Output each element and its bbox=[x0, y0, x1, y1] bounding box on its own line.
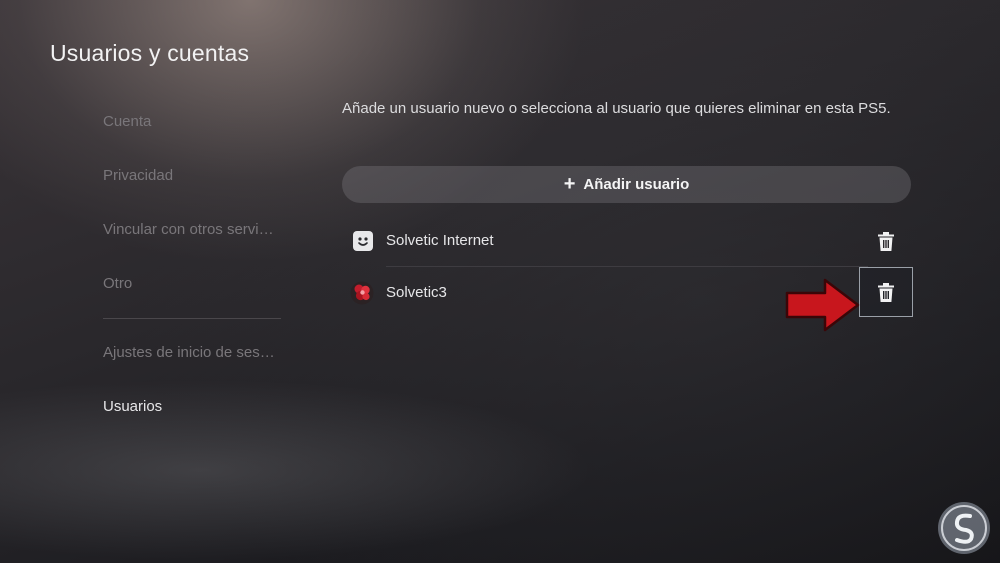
sidebar-item-ajustes-inicio[interactable]: Ajustes de inicio de ses… bbox=[103, 344, 283, 361]
sidebar-item-cuenta[interactable]: Cuenta bbox=[103, 113, 283, 130]
description-text: Añade un usuario nuevo o selecciona al u… bbox=[342, 100, 891, 117]
delete-user-button-focused[interactable] bbox=[859, 267, 913, 317]
sidebar-divider bbox=[103, 318, 281, 319]
add-user-label: Añadir usuario bbox=[583, 176, 690, 193]
sidebar-item-vincular[interactable]: Vincular con otros servi… bbox=[103, 221, 283, 238]
plus-icon: + bbox=[563, 172, 576, 195]
smiley-avatar-icon bbox=[353, 231, 373, 251]
user-row[interactable]: Solvetic Internet bbox=[342, 216, 912, 266]
sidebar-item-otro[interactable]: Otro bbox=[103, 275, 283, 292]
delete-user-button[interactable] bbox=[859, 216, 913, 266]
sidebar-item-usuarios[interactable]: Usuarios bbox=[103, 398, 283, 415]
user-name: Solvetic Internet bbox=[386, 232, 494, 249]
user-name: Solvetic3 bbox=[386, 284, 447, 301]
red-flower-avatar-icon bbox=[350, 281, 374, 305]
page-title: Usuarios y cuentas bbox=[50, 40, 250, 66]
trash-icon bbox=[878, 282, 894, 302]
add-user-button[interactable]: + Añadir usuario bbox=[342, 166, 911, 203]
sidebar-item-privacidad[interactable]: Privacidad bbox=[103, 167, 283, 184]
watermark-logo bbox=[938, 502, 990, 554]
trash-icon bbox=[878, 231, 894, 251]
red-arrow-icon bbox=[785, 278, 860, 332]
